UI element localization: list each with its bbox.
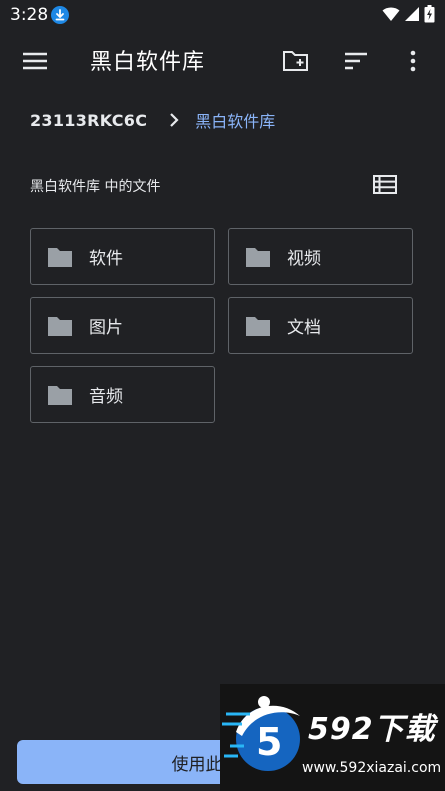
watermark-brand: 592下载 (308, 712, 436, 747)
signal-icon (404, 6, 420, 26)
folder-label: 视频 (287, 249, 321, 269)
folder-tile[interactable]: 文档 (228, 297, 413, 354)
list-view-icon[interactable] (372, 174, 398, 196)
watermark-url: www.592xiazai.com (302, 760, 442, 776)
breadcrumb: 23113RKC6C 黑白软件库 (30, 108, 275, 132)
folder-icon (47, 315, 73, 337)
download-icon (51, 6, 69, 24)
folder-label: 文档 (287, 318, 321, 338)
folder-icon (47, 384, 73, 406)
breadcrumb-root[interactable]: 23113RKC6C (30, 111, 147, 130)
folder-label: 图片 (89, 318, 123, 338)
folder-icon (245, 315, 271, 337)
more-vert-icon[interactable] (398, 46, 428, 76)
status-icons (382, 5, 435, 27)
status-time: 3:28 (10, 5, 49, 25)
section-title: 黑白软件库 中的文件 (30, 179, 161, 195)
use-this-folder-label: 使用此 (171, 754, 223, 775)
folder-label: 软件 (89, 249, 123, 269)
app-title: 黑白软件库 (90, 50, 206, 75)
new-folder-icon[interactable] (281, 46, 311, 76)
folder-label: 音频 (89, 387, 123, 407)
watermark-logo-digit: 5 (256, 720, 283, 764)
folder-tile[interactable]: 音频 (30, 366, 215, 423)
status-bar: 3:28 (0, 0, 445, 32)
folder-icon (47, 246, 73, 268)
folder-tile[interactable]: 软件 (30, 228, 215, 285)
watermark: 5 592下载 www.592xiazai.com (220, 684, 445, 791)
folder-icon (245, 246, 271, 268)
menu-icon[interactable] (20, 46, 50, 76)
chevron-right-icon (169, 113, 179, 127)
app-bar: 黑白软件库 (0, 32, 445, 90)
sort-icon[interactable] (341, 46, 371, 76)
folder-tile[interactable]: 图片 (30, 297, 215, 354)
wifi-icon (382, 6, 400, 26)
battery-icon (424, 5, 435, 27)
breadcrumb-current[interactable]: 黑白软件库 (195, 108, 275, 132)
folder-tile[interactable]: 视频 (228, 228, 413, 285)
